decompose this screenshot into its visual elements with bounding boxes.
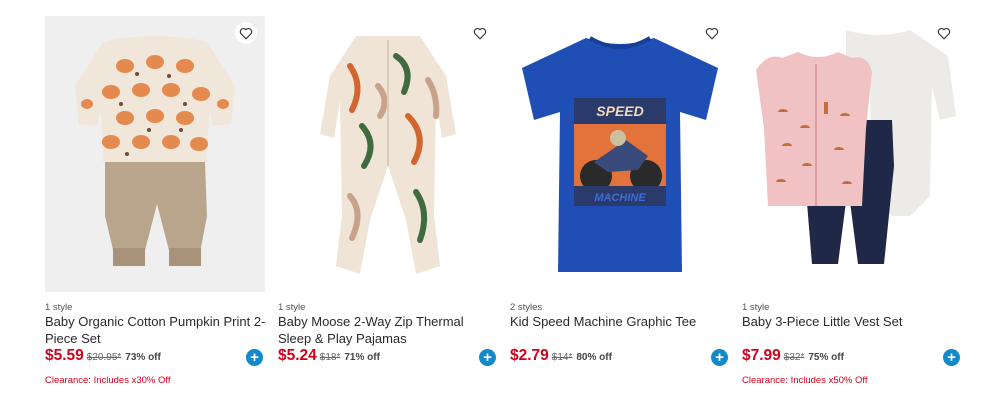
heart-outline-icon (239, 27, 253, 40)
original-price: $14* (551, 352, 573, 363)
plus-icon: + (947, 349, 956, 366)
favorite-button[interactable] (469, 22, 491, 44)
product-name[interactable]: Baby Moose 2-Way Zip Thermal Sleep & Pla… (278, 313, 500, 347)
style-count: 2 styles (510, 302, 543, 313)
discount-label: 71% off (344, 352, 380, 363)
sale-price: $5.59 (45, 347, 84, 364)
promo-text: Clearance: Includes x30% Off (45, 375, 171, 386)
original-price: $18* (319, 352, 341, 363)
discount-label: 80% off (576, 352, 612, 363)
product-image[interactable] (278, 16, 498, 292)
favorite-button[interactable] (235, 22, 257, 44)
tee-graphic-top-text: SPEED (596, 103, 643, 119)
product-name[interactable]: Baby Organic Cotton Pumpkin Print 2-Piec… (45, 313, 267, 347)
product-name[interactable]: Baby 3-Piece Little Vest Set (742, 313, 964, 330)
favorite-button[interactable] (933, 22, 955, 44)
price-row: $5.24 $18* 71% off (278, 347, 380, 367)
style-count: 1 style (278, 302, 306, 313)
add-to-bag-button[interactable]: + (943, 349, 960, 366)
product-image[interactable]: SPEED MACHINE (510, 16, 730, 292)
original-price: $20.95* (86, 352, 122, 363)
discount-label: 73% off (125, 352, 161, 363)
add-to-bag-button[interactable]: + (479, 349, 496, 366)
original-price: $32* (783, 352, 805, 363)
style-count: 1 style (742, 302, 770, 313)
product-name[interactable]: Kid Speed Machine Graphic Tee (510, 313, 732, 330)
discount-label: 75% off (808, 352, 844, 363)
sale-price: $2.79 (510, 347, 549, 364)
favorite-button[interactable] (701, 22, 723, 44)
tee-graphic-bottom-text: MACHINE (594, 192, 646, 204)
product-image[interactable] (742, 16, 962, 292)
price-row: $2.79 $14* 80% off (510, 347, 612, 367)
style-count: 1 style (45, 302, 73, 313)
heart-outline-icon (473, 27, 487, 40)
sale-price: $5.24 (278, 347, 317, 364)
promo-text: Clearance: Includes x50% Off (742, 375, 868, 386)
heart-outline-icon (705, 27, 719, 40)
product-image[interactable] (45, 16, 265, 292)
heart-outline-icon (937, 27, 951, 40)
price-row: $7.99 $32* 75% off (742, 347, 844, 367)
plus-icon: + (715, 349, 724, 366)
price-row: $5.59 $20.95* 73% off (45, 347, 161, 367)
plus-icon: + (483, 349, 492, 366)
plus-icon: + (250, 349, 259, 366)
sale-price: $7.99 (742, 347, 781, 364)
add-to-bag-button[interactable]: + (246, 349, 263, 366)
add-to-bag-button[interactable]: + (711, 349, 728, 366)
